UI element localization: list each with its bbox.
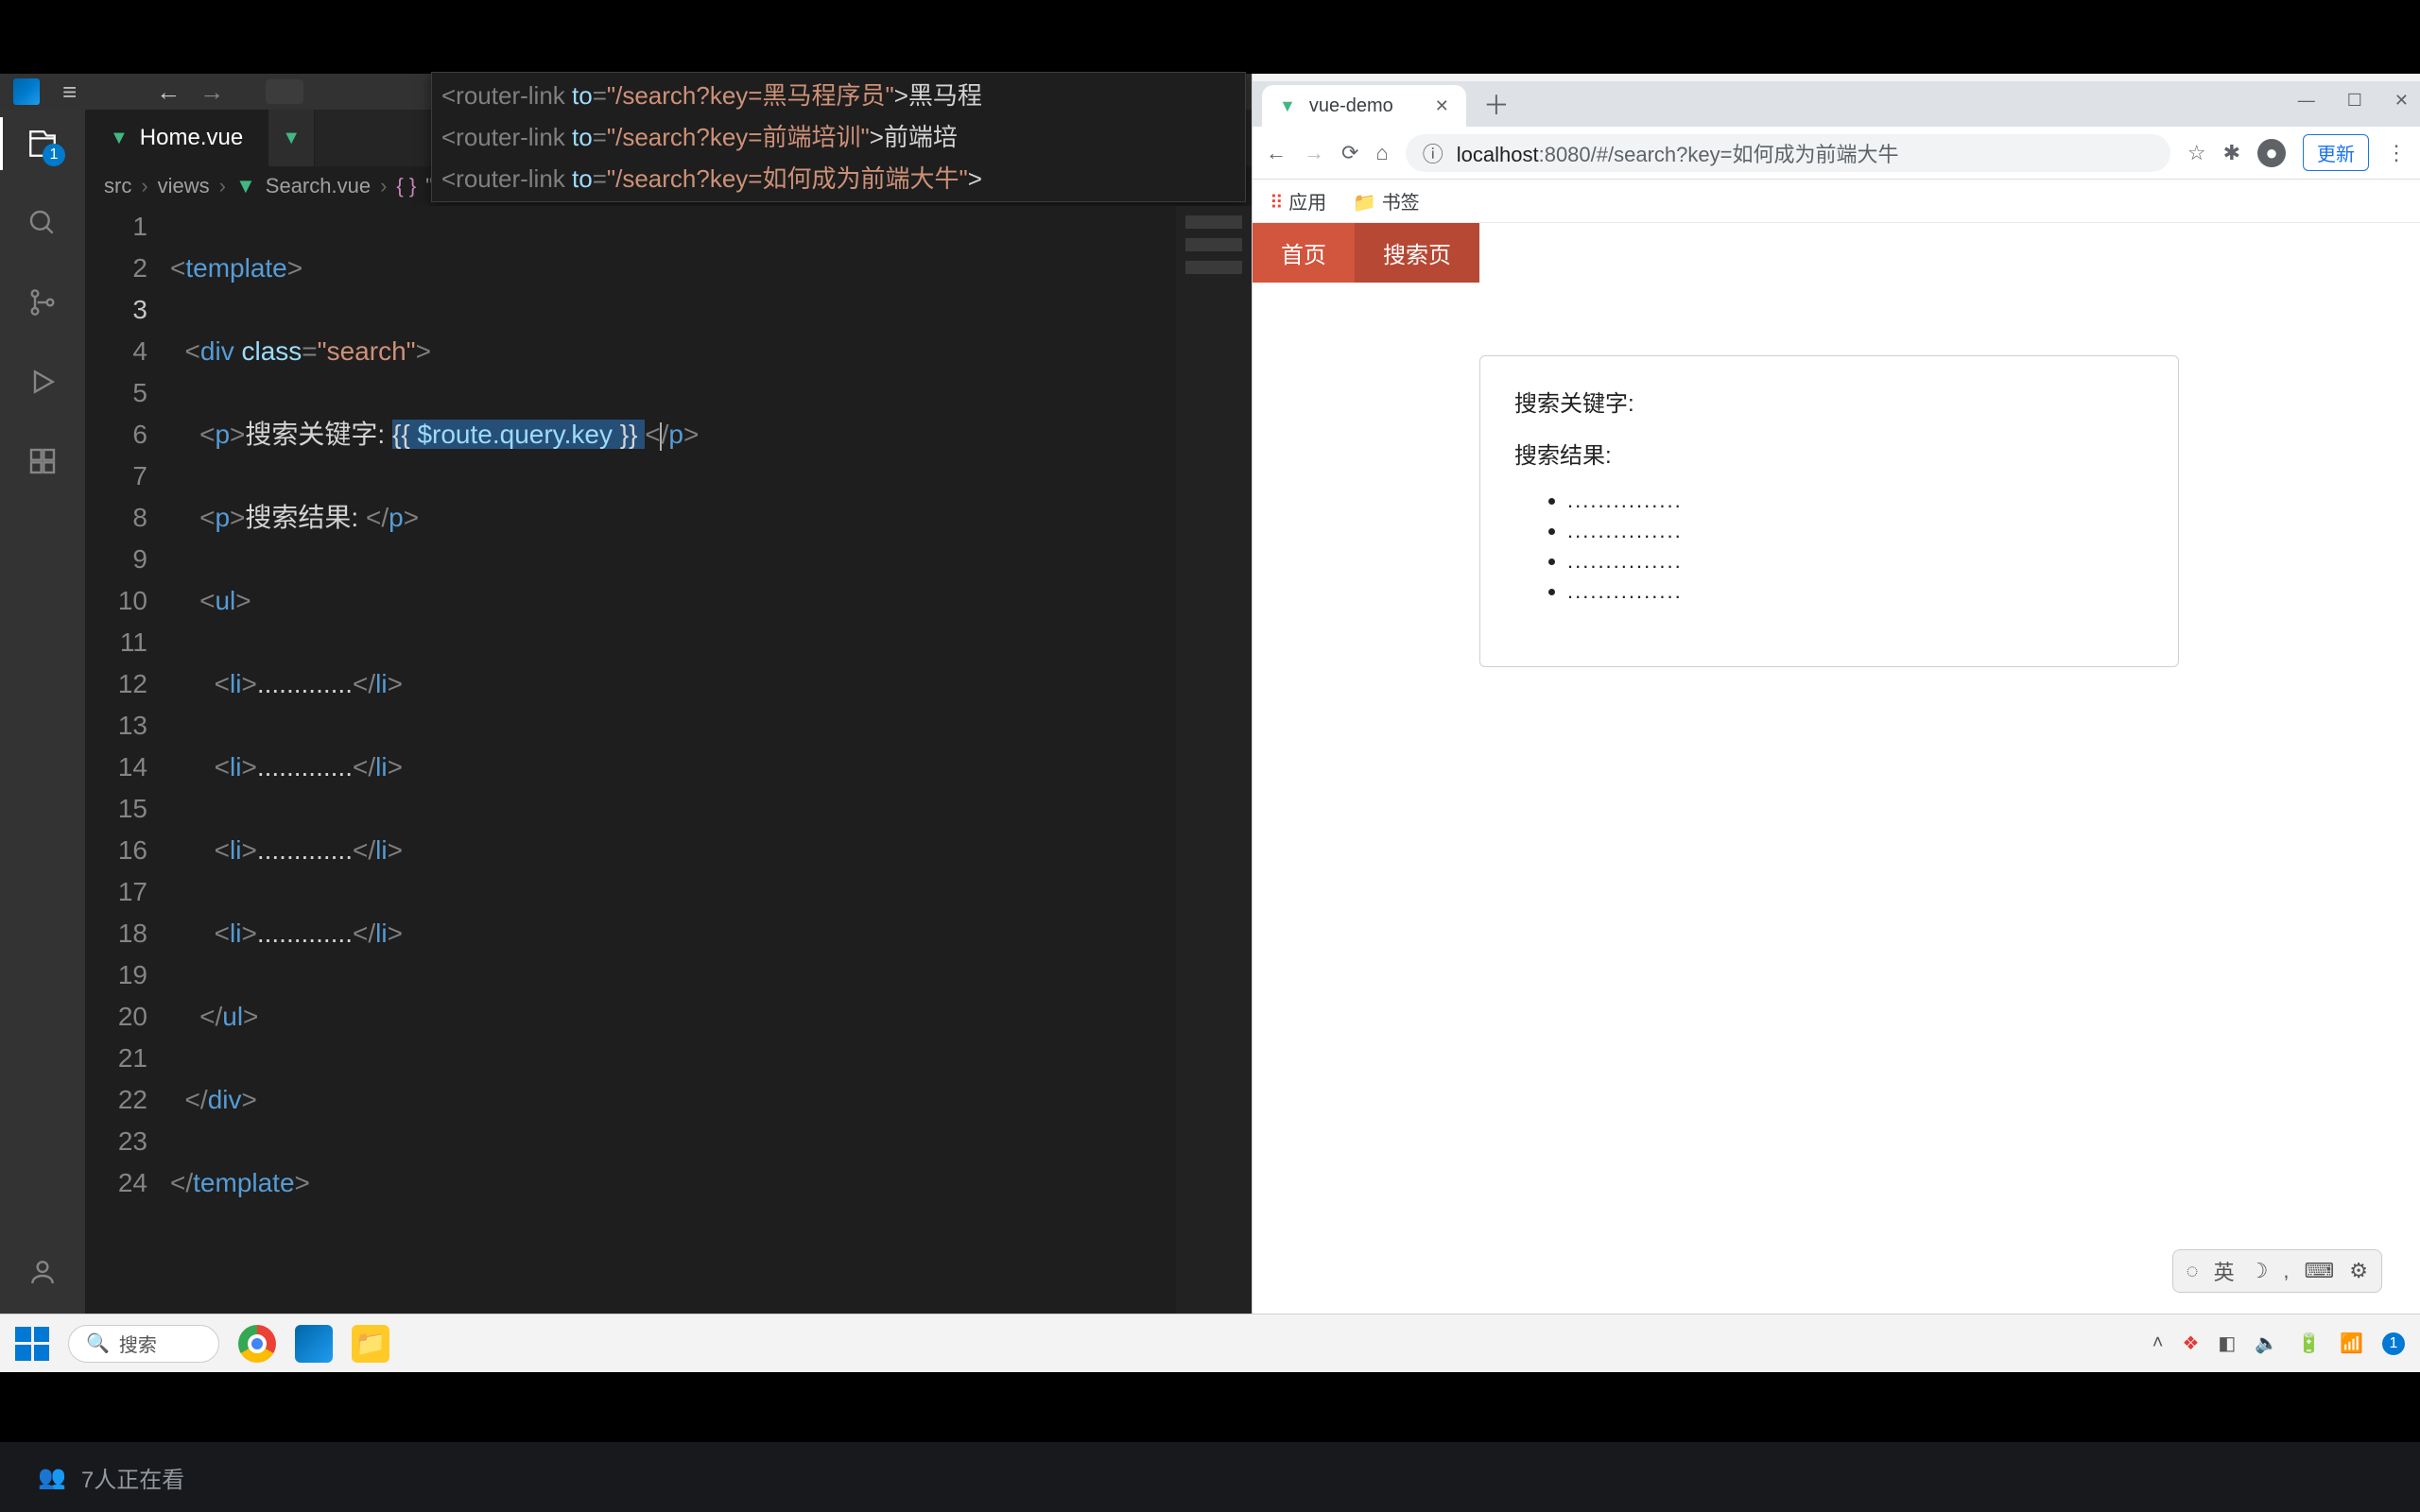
apps-shortcut[interactable]: ⠿ 应用 [1270, 187, 1326, 215]
ime-settings-icon[interactable]: ⚙ [2349, 1259, 2368, 1283]
maximize-icon[interactable]: ☐ [2347, 91, 2362, 111]
vue-file-icon: ▼ [110, 128, 129, 149]
vscode-logo-icon [13, 78, 40, 105]
taskbar-vscode-icon[interactable] [295, 1325, 333, 1363]
list-item: ............... [1567, 489, 2144, 513]
tray-wifi-icon[interactable]: 📶 [2340, 1332, 2363, 1355]
ime-mode[interactable]: 英 [2214, 1256, 2235, 1286]
minimap[interactable] [1176, 206, 1252, 1334]
tab-label: Home.vue [140, 125, 243, 151]
account-icon[interactable] [22, 1251, 63, 1293]
system-tray: ˄ ❖ ◧ 🔈 🔋 📶 1 [2152, 1332, 2405, 1355]
ime-keyboard-icon[interactable]: ⌨ [2305, 1259, 2335, 1283]
search-icon: 🔍 [86, 1332, 110, 1355]
tab-other[interactable]: ▼ [268, 110, 315, 166]
profile-avatar-icon[interactable]: ● [2257, 139, 2286, 167]
close-window-icon[interactable]: ✕ [2394, 91, 2409, 111]
kebab-menu-icon[interactable]: ⋮ [2386, 141, 2407, 165]
search-key-label: 搜索关键字: [1514, 385, 2144, 418]
home-icon[interactable]: ⌂ [1375, 141, 1388, 165]
nav-forward-icon[interactable]: → [199, 77, 224, 107]
viewers-icon: 👥 [38, 1464, 66, 1491]
page-content: 首页 搜索页 搜索关键字: 搜索结果: ............... ....… [1253, 223, 2420, 1372]
browser-tab[interactable]: ▼ vue-demo ✕ [1262, 85, 1466, 127]
taskbar-chrome-icon[interactable] [238, 1325, 276, 1363]
folder-icon: 📁 [1353, 191, 1376, 215]
vue-file-icon: ▼ [235, 174, 256, 198]
activity-bar: 1 [0, 110, 85, 1372]
explorer-badge: 1 [43, 144, 65, 166]
forward-icon[interactable]: → [1304, 141, 1324, 165]
windows-taskbar: 🔍搜索 📁 ˄ ❖ ◧ 🔈 🔋 📶 1 [0, 1314, 2420, 1372]
vue-file-icon: ▼ [282, 128, 301, 149]
list-item: ............... [1567, 579, 2144, 604]
nav-home-link[interactable]: 首页 [1253, 223, 1355, 283]
nav-search-link[interactable]: 搜索页 [1355, 223, 1479, 283]
source-control-icon[interactable] [22, 282, 63, 323]
minimize-icon[interactable]: — [2298, 91, 2315, 111]
line-gutter: 1 2 3 4 5 6 7 8 9 10 11 12 13 14 [85, 206, 170, 1334]
taskbar-explorer-icon[interactable]: 📁 [352, 1325, 389, 1363]
tray-icon[interactable]: ❖ [2182, 1332, 2199, 1355]
start-button[interactable] [15, 1327, 49, 1361]
code-content[interactable]: <template> <div class="search"> <p>搜索关键字… [170, 206, 1252, 1334]
tab-title: vue-demo [1309, 95, 1393, 117]
ime-moon-icon[interactable]: ☽ [2250, 1259, 2269, 1283]
editor-hover-popup: <router-link to="/search?key=黑马程序员">黑马程 … [431, 72, 1246, 202]
tab-home-vue[interactable]: ▼ Home.vue [85, 110, 268, 166]
tray-battery-icon[interactable]: 🔋 [2297, 1332, 2321, 1355]
bookmark-star-icon[interactable]: ☆ [2187, 141, 2206, 165]
menu-icon[interactable]: ≡ [62, 77, 77, 107]
apps-grid-icon: ⠿ [1270, 191, 1284, 215]
code-editor[interactable]: 1 2 3 4 5 6 7 8 9 10 11 12 13 14 [85, 206, 1252, 1334]
tray-chevron-icon[interactable]: ˄ [2152, 1332, 2164, 1354]
close-tab-icon[interactable]: ✕ [1435, 96, 1449, 116]
tray-icon[interactable]: ◧ [2218, 1332, 2236, 1355]
explorer-icon[interactable]: 1 [22, 123, 63, 164]
browser-toolbar: ← → ⟳ ⌂ ⓘ localhost:8080/#/search?key=如何… [1253, 127, 2420, 180]
chrome-window: ▼ vue-demo ✕ ＋ — ☐ ✕ ← → ⟳ ⌂ ⓘ localhost… [1252, 74, 2420, 1372]
ime-floating-toolbar[interactable]: ◌ 英 ☽ , ⌨ ⚙ [2172, 1249, 2382, 1293]
notification-badge[interactable]: 1 [2382, 1332, 2405, 1355]
list-item: ............... [1567, 549, 2144, 574]
search-icon[interactable] [22, 202, 63, 244]
stream-info-bar: 👥 7人正在看 [0, 1442, 2420, 1512]
bookmarks-bar: ⠿ 应用 📁 书签 [1253, 180, 2420, 223]
debug-icon[interactable] [22, 361, 63, 403]
reload-icon[interactable]: ⟳ [1341, 141, 1358, 165]
vscode-window: ≡ ← → 1 [0, 74, 1252, 1372]
taskbar-search[interactable]: 🔍搜索 [68, 1325, 219, 1363]
symbol-icon: { } [396, 174, 416, 198]
vue-favicon-icon: ▼ [1279, 96, 1296, 116]
command-center-input[interactable] [266, 79, 303, 104]
ime-logo-icon: ◌ [2187, 1259, 2199, 1283]
list-item: ............... [1567, 519, 2144, 543]
extensions-icon[interactable] [22, 440, 63, 482]
new-tab-button[interactable]: ＋ [1483, 85, 1510, 123]
address-bar[interactable]: ⓘ localhost:8080/#/search?key=如何成为前端大牛 [1406, 134, 2170, 172]
update-button[interactable]: 更新 [2303, 134, 2369, 171]
ime-comma-icon[interactable]: , [2283, 1259, 2289, 1283]
search-result-label: 搜索结果: [1514, 437, 2144, 470]
tray-volume-icon[interactable]: 🔈 [2255, 1332, 2278, 1355]
nav-back-icon[interactable]: ← [156, 77, 181, 107]
site-info-icon[interactable]: ⓘ [1423, 138, 1443, 168]
viewers-count: 7人正在看 [81, 1461, 184, 1494]
search-card: 搜索关键字: 搜索结果: ............... ...........… [1479, 355, 2179, 667]
back-icon[interactable]: ← [1266, 141, 1287, 165]
bookmark-folder[interactable]: 📁 书签 [1353, 187, 1419, 215]
browser-tabs: ▼ vue-demo ✕ ＋ — ☐ ✕ [1253, 81, 2420, 127]
extensions-puzzle-icon[interactable]: ✱ [2223, 141, 2240, 165]
